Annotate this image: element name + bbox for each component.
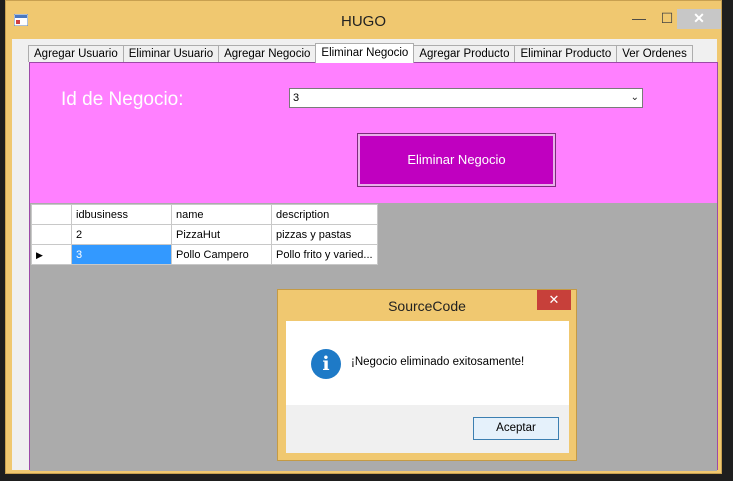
ok-button[interactable]: Aceptar	[473, 417, 559, 440]
window-title: HUGO	[341, 13, 386, 30]
dialog-body: i ¡Negocio eliminado exitosamente!	[286, 321, 569, 405]
column-header-description[interactable]: description	[271, 204, 378, 225]
info-icon: i	[311, 349, 341, 379]
close-button[interactable]: ✕	[677, 9, 721, 29]
row-header[interactable]	[31, 224, 72, 245]
dialog-close-button[interactable]: ✕	[537, 290, 571, 310]
business-id-combo[interactable]: 3 ⌄	[289, 88, 643, 108]
grid-corner[interactable]	[31, 204, 72, 225]
cell-name[interactable]: Pollo Campero	[171, 244, 272, 265]
form-area: Id de Negocio: 3 ⌄ Eliminar Negocio	[30, 63, 717, 203]
dialog-title: SourceCode	[388, 298, 466, 314]
tab-agregar-producto[interactable]: Agregar Producto	[413, 45, 516, 62]
tab-eliminar-producto[interactable]: Eliminar Producto	[514, 45, 618, 62]
tab-eliminar-usuario[interactable]: Eliminar Usuario	[122, 45, 220, 62]
current-row-icon: ▶	[36, 249, 43, 260]
table-row[interactable]: ▶ 3 Pollo Campero Pollo frito y varied..…	[31, 244, 378, 265]
cell-description[interactable]: pizzas y pastas	[271, 224, 378, 245]
tab-agregar-negocio[interactable]: Agregar Negocio	[218, 45, 317, 62]
column-header-name[interactable]: name	[171, 204, 272, 225]
dialog-footer: Aceptar	[286, 405, 569, 453]
tab-strip: Agregar Usuario Eliminar Usuario Agregar…	[28, 43, 693, 63]
dialog-message: ¡Negocio eliminado exitosamente!	[351, 356, 525, 368]
chevron-down-icon[interactable]: ⌄	[631, 89, 639, 107]
minimize-button[interactable]: —	[626, 9, 652, 29]
row-header[interactable]: ▶	[31, 244, 72, 265]
tab-agregar-usuario[interactable]: Agregar Usuario	[28, 45, 124, 62]
cell-description[interactable]: Pollo frito y varied...	[271, 244, 378, 265]
business-grid[interactable]: idbusiness name description 2 PizzaHut p…	[31, 204, 378, 265]
cell-idbusiness[interactable]: 2	[71, 224, 172, 245]
cell-name[interactable]: PizzaHut	[171, 224, 272, 245]
title-bar[interactable]: HUGO — ☐ ✕	[6, 1, 721, 39]
tab-ver-ordenes[interactable]: Ver Ordenes	[616, 45, 693, 62]
delete-business-button[interactable]: Eliminar Negocio	[357, 133, 556, 187]
message-dialog: SourceCode ✕ i ¡Negocio eliminado exitos…	[277, 289, 577, 461]
id-label: Id de Negocio:	[61, 89, 184, 110]
cell-idbusiness[interactable]: 3	[71, 244, 172, 265]
table-row[interactable]: 2 PizzaHut pizzas y pastas	[31, 224, 378, 245]
combo-value: 3	[293, 92, 300, 104]
tab-eliminar-negocio[interactable]: Eliminar Negocio	[315, 43, 415, 63]
column-header-idbusiness[interactable]: idbusiness	[71, 204, 172, 225]
grid-header-row: idbusiness name description	[31, 204, 378, 225]
